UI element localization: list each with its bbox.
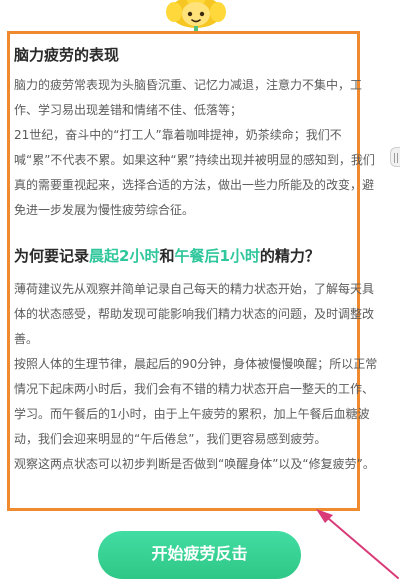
section2-title-and: 和 [159, 247, 175, 265]
section2-title: 为何要记录晨起2小时和午餐后1小时的精力？ [14, 245, 320, 266]
sunflower-mascot-icon [166, 0, 226, 32]
side-drawer-handle-icon[interactable] [390, 147, 400, 167]
section2-body: 薄荷建议先从观察并简单记录自己每天的精力状态开始，了解每天具体的状态感受，帮助发… [14, 282, 378, 471]
section1-title: 脑力疲劳的表现 [14, 46, 120, 64]
start-fatigue-fight-button[interactable]: 开始疲劳反击 [98, 531, 301, 579]
section2-title-highlight2: 午餐后1小时 [174, 247, 260, 265]
pointer-arrow-icon [316, 509, 399, 579]
section1-body: 脑力的疲劳常表现为头脑昏沉重、记忆力减退，注意力不集中，工作、学习易出现差错和情… [14, 78, 375, 217]
section2-title-part2: 的精力？ [259, 247, 320, 265]
section2-title-highlight1: 晨起2小时 [89, 247, 160, 265]
section2-title-part1: 为何要记录 [14, 247, 90, 265]
